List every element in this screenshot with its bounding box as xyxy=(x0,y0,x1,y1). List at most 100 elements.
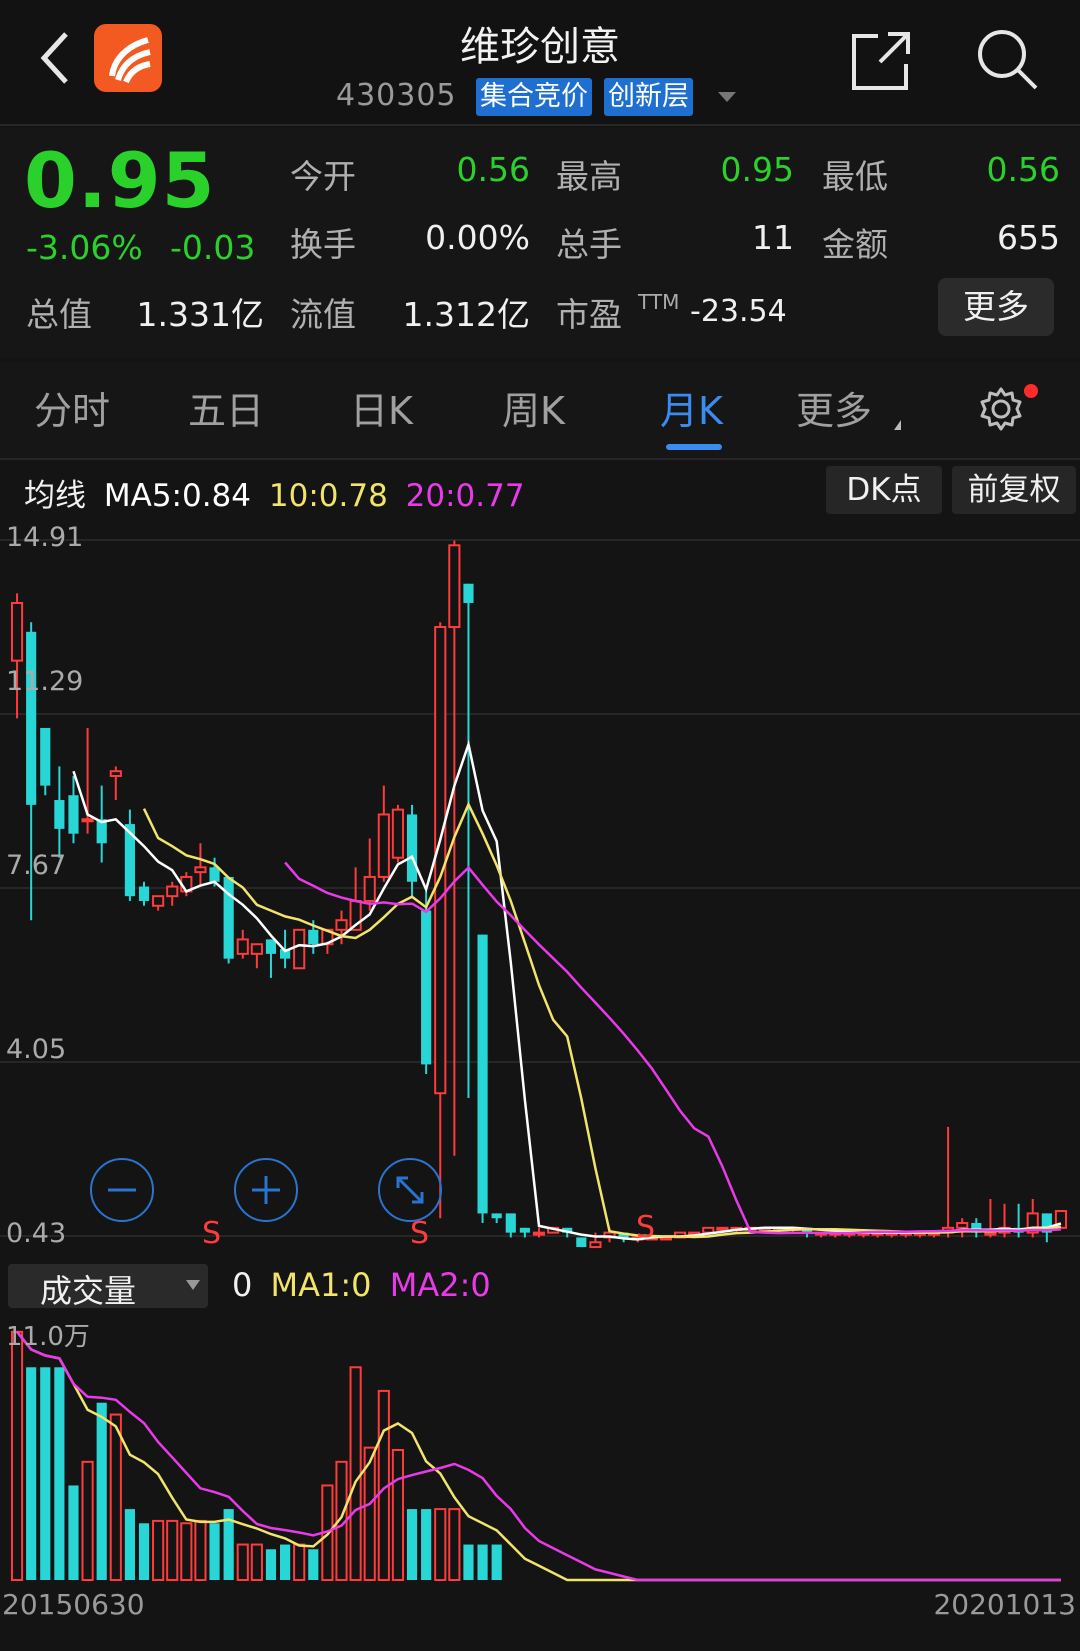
tab-five-day[interactable]: 五日 xyxy=(188,380,264,435)
volume-bar xyxy=(96,1402,107,1580)
price-axis-label: 7.67 xyxy=(6,850,67,881)
zoom-out-button[interactable] xyxy=(90,1158,154,1222)
volume-bar xyxy=(448,1508,461,1581)
candle-body xyxy=(463,583,474,603)
label-high: 最高 xyxy=(556,157,622,196)
notification-dot xyxy=(1024,384,1038,398)
candle-body xyxy=(434,626,447,1095)
price-axis-label: 14.91 xyxy=(6,522,84,553)
tab-more[interactable]: 更多 xyxy=(796,380,872,435)
candle-body xyxy=(209,867,220,882)
volume-bar xyxy=(166,1519,179,1581)
volume-bar xyxy=(308,1549,319,1580)
candle-body xyxy=(308,929,319,945)
candle-body xyxy=(576,1237,587,1248)
change-amount: -0.03 xyxy=(170,228,256,267)
settings-gear-icon[interactable] xyxy=(978,386,1024,432)
volume-bar xyxy=(236,1543,249,1581)
dk-point-button[interactable]: DK点 xyxy=(826,466,942,514)
candle-body xyxy=(589,1241,602,1249)
zoom-in-button[interactable] xyxy=(234,1158,298,1222)
volume-bar xyxy=(265,1549,277,1580)
volume-chart[interactable] xyxy=(0,1312,1080,1586)
candle-body xyxy=(109,770,122,778)
sell-marker: S xyxy=(636,1210,656,1245)
volume-bar xyxy=(109,1413,122,1581)
fullscreen-button[interactable] xyxy=(378,1158,442,1222)
volume-bar xyxy=(10,1330,24,1582)
value-low: 0.56 xyxy=(986,150,1060,189)
candle-body xyxy=(166,885,179,898)
end-date: 20201013 xyxy=(933,1588,1076,1621)
volume-bar xyxy=(194,1519,207,1581)
tag-innovation-tier: 创新层 xyxy=(604,78,693,116)
volume-bar xyxy=(180,1522,193,1581)
candle-body xyxy=(391,808,405,859)
volume-bar xyxy=(391,1449,405,1581)
dropdown-arrow-icon[interactable] xyxy=(718,92,736,102)
candle-body xyxy=(406,814,418,882)
volume-bar xyxy=(463,1544,474,1580)
value-float-cap: 1.312亿 xyxy=(402,295,530,334)
volume-ma1: MA1:0 xyxy=(270,1266,372,1304)
volume-bar xyxy=(434,1508,447,1581)
tab-monthly-k[interactable]: 月K xyxy=(660,380,723,435)
price-axis-label: 4.05 xyxy=(6,1034,67,1065)
sell-marker: S xyxy=(202,1216,222,1251)
price-axis-label: 0.43 xyxy=(6,1218,67,1249)
volume-bar xyxy=(138,1523,150,1580)
label-turnover: 换手 xyxy=(290,225,356,264)
more-tab-indicator-icon xyxy=(894,420,901,430)
candle-body xyxy=(250,943,263,955)
volume-bar xyxy=(26,1367,37,1580)
label-float-cap: 流值 xyxy=(290,295,356,334)
ma5-line xyxy=(72,739,1062,1241)
volume-bar xyxy=(54,1367,65,1580)
active-tab-underline xyxy=(666,444,722,450)
volume-max-label: 11.0万 xyxy=(6,1322,90,1352)
volume-bar xyxy=(349,1366,362,1582)
candle-body xyxy=(491,1213,502,1219)
value-turnover: 0.00% xyxy=(425,218,530,257)
ma-prefix: 均线 xyxy=(24,478,86,514)
tabs-divider xyxy=(0,458,1080,460)
label-open: 今开 xyxy=(290,157,356,196)
volume-bar xyxy=(280,1544,291,1580)
label-amount: 金额 xyxy=(822,225,888,264)
candle-body xyxy=(138,886,150,901)
ma5-value: MA5:0.84 xyxy=(103,478,252,514)
volume-bar xyxy=(250,1543,263,1581)
ma10-value: 10:0.78 xyxy=(268,478,388,514)
more-button[interactable]: 更多 xyxy=(938,278,1054,336)
search-icon[interactable] xyxy=(974,26,1040,92)
candle-body xyxy=(265,939,277,954)
tab-intraday[interactable]: 分时 xyxy=(34,380,110,435)
ma-legend: 均线 MA5:0.84 10:0.78 20:0.77 xyxy=(24,470,525,515)
tab-weekly-k[interactable]: 周K xyxy=(502,380,565,435)
candle-body xyxy=(716,1226,729,1231)
candle-body xyxy=(505,1213,516,1233)
candle-body xyxy=(293,928,306,970)
value-pe: -23.54 xyxy=(690,294,787,329)
share-icon[interactable] xyxy=(848,28,914,94)
stock-code: 430305 xyxy=(336,78,457,113)
volume-bar xyxy=(406,1509,418,1580)
volume-bar xyxy=(40,1367,51,1580)
candle-body xyxy=(152,895,165,907)
volume-bar xyxy=(293,1543,306,1581)
start-date: 20150630 xyxy=(2,1588,145,1621)
forward-adjust-button[interactable]: 前复权 xyxy=(952,466,1076,514)
tag-call-auction: 集合竞价 xyxy=(476,78,592,116)
candle-body xyxy=(10,601,24,662)
candlestick-chart[interactable] xyxy=(0,518,1080,1258)
volume-bar xyxy=(209,1523,220,1580)
candle-body xyxy=(194,866,207,874)
header-divider xyxy=(0,124,1080,126)
candle-body xyxy=(477,934,488,1214)
price-axis-label: 11.29 xyxy=(6,666,84,697)
candle-body xyxy=(421,910,432,1065)
indicator-select-label[interactable]: 成交量 xyxy=(40,1266,136,1312)
value-total-lots: 11 xyxy=(752,218,794,257)
tab-daily-k[interactable]: 日K xyxy=(350,380,413,435)
label-pe: 市盈 xyxy=(556,295,622,334)
